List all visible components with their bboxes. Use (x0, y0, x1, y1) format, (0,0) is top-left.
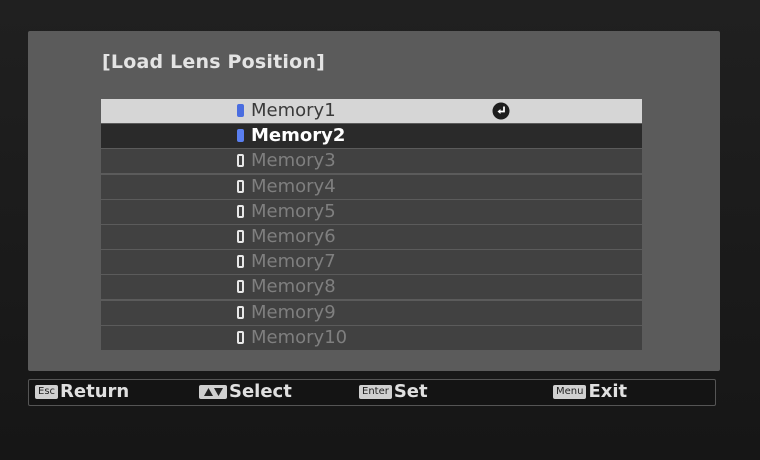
set-hint[interactable]: Enter Set (359, 382, 428, 402)
enter-key-badge: Enter (359, 385, 392, 399)
memory-item-3[interactable]: Memory3 (101, 149, 642, 174)
esc-key-badge: Esc (35, 385, 59, 399)
memory-empty-indicator-icon (237, 229, 244, 243)
memory-item-2[interactable]: Memory2 (101, 124, 642, 149)
memory-item-label: Memory2 (251, 125, 346, 147)
set-label: Set (393, 381, 428, 402)
select-label: Select (229, 381, 292, 402)
memory-item-label: Memory9 (251, 301, 336, 323)
memory-empty-indicator-icon (237, 179, 244, 193)
memory-item-label: Memory8 (251, 276, 336, 298)
lens-position-menu: [Load Lens Position] Memory1 Memory2 Mem… (28, 31, 720, 371)
memory-item-label: Memory5 (251, 200, 336, 222)
button-guide-bar: Esc Return Select Enter Set Menu Exit (28, 379, 716, 406)
memory-empty-indicator-icon (237, 204, 244, 218)
memory-item-1[interactable]: Memory1 (101, 99, 642, 123)
memory-item-8[interactable]: Memory8 (101, 275, 642, 300)
return-label: Return (60, 381, 130, 402)
memory-empty-indicator-icon (237, 280, 244, 294)
menu-key-badge: Menu (553, 385, 587, 399)
memory-item-7[interactable]: Memory7 (101, 250, 642, 275)
memory-item-label: Memory7 (251, 251, 336, 273)
exit-hint[interactable]: Menu Exit (553, 382, 627, 402)
memory-list: Memory1 Memory2 Memory3 Memory4 Memory5 … (101, 99, 642, 351)
memory-saved-indicator-icon (237, 104, 244, 117)
memory-item-9[interactable]: Memory9 (101, 300, 642, 325)
enter-return-icon (492, 102, 510, 120)
exit-label: Exit (588, 381, 628, 402)
memory-empty-indicator-icon (237, 330, 244, 344)
memory-empty-indicator-icon (237, 305, 244, 319)
memory-item-6[interactable]: Memory6 (101, 224, 642, 249)
up-down-arrows-icon (199, 385, 227, 399)
memory-item-label: Memory4 (251, 175, 336, 197)
memory-item-5[interactable]: Memory5 (101, 199, 642, 224)
memory-item-10[interactable]: Memory10 (101, 325, 642, 350)
memory-item-4[interactable]: Memory4 (101, 174, 642, 199)
memory-item-label: Memory1 (251, 100, 336, 121)
memory-saved-indicator-icon (237, 129, 244, 143)
select-hint[interactable]: Select (199, 382, 292, 402)
memory-item-label: Memory3 (251, 150, 336, 172)
memory-item-label: Memory10 (251, 326, 348, 348)
return-hint[interactable]: Esc Return (35, 382, 129, 402)
menu-title: [Load Lens Position] (102, 51, 325, 73)
memory-empty-indicator-icon (237, 255, 244, 269)
memory-item-label: Memory6 (251, 225, 336, 247)
memory-empty-indicator-icon (237, 154, 244, 168)
